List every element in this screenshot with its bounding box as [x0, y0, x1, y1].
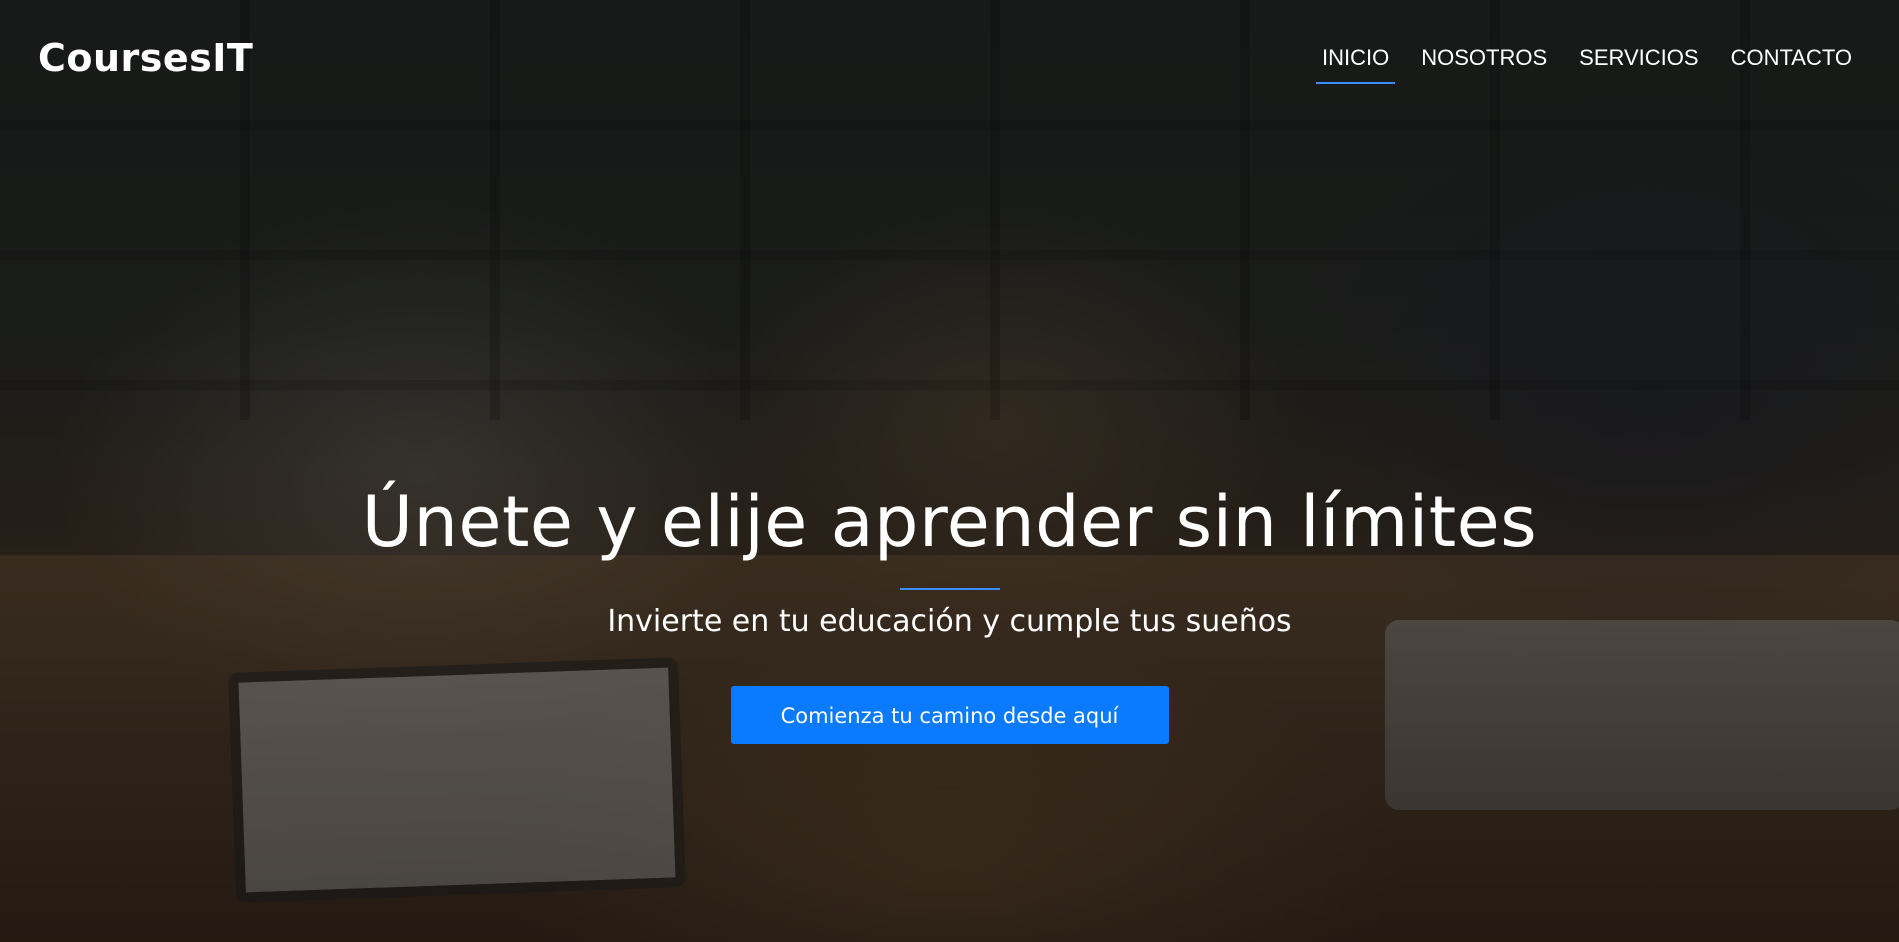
nav-item-label: SERVICIOS [1579, 45, 1699, 70]
navbar: CoursesIT INICIO NOSOTROS SERVICIOS CONT… [0, 0, 1899, 110]
hero-divider [899, 588, 1000, 590]
brand-logo[interactable]: CoursesIT [38, 34, 253, 82]
nav-item-inicio[interactable]: INICIO [1306, 44, 1405, 84]
cta-button[interactable]: Comienza tu camino desde aquí [730, 686, 1169, 744]
active-nav-underline [1316, 82, 1396, 84]
nav-item-label: CONTACTO [1730, 45, 1852, 70]
nav-item-label: INICIO [1322, 45, 1390, 70]
hero-headline: Únete y elije aprender sin límites [361, 481, 1538, 563]
hero-content: Únete y elije aprender sin límites Invie… [0, 480, 1899, 744]
nav-item-contacto[interactable]: CONTACTO [1715, 44, 1852, 72]
nav-item-label: NOSOTROS [1421, 45, 1548, 70]
hero-overlay [0, 0, 1899, 942]
nav-item-nosotros[interactable]: NOSOTROS [1405, 44, 1563, 72]
hero-section: CoursesIT INICIO NOSOTROS SERVICIOS CONT… [0, 0, 1899, 942]
nav-menu: INICIO NOSOTROS SERVICIOS CONTACTO [1306, 44, 1852, 84]
hero-subheadline: Invierte en tu educación y cumple tus su… [607, 604, 1292, 639]
nav-item-servicios[interactable]: SERVICIOS [1563, 44, 1714, 72]
